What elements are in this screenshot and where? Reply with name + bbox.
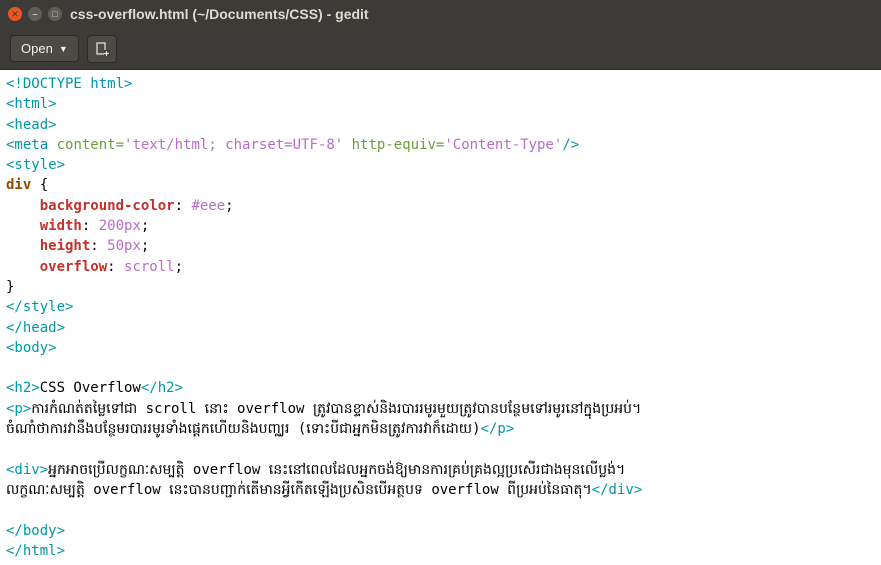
code-token: overflow	[40, 259, 107, 275]
code-token: =	[116, 137, 124, 153]
code-token: :	[175, 198, 192, 214]
code-line: <style>	[6, 157, 65, 173]
code-token: background-color	[40, 198, 175, 214]
code-line: <body>	[6, 340, 57, 356]
code-token: <meta	[6, 137, 48, 153]
code-token: :	[90, 238, 107, 254]
code-token: 200px	[99, 218, 141, 234]
code-token: div	[6, 177, 31, 193]
open-button[interactable]: Open ▼	[10, 35, 79, 62]
code-token: ;	[141, 238, 149, 254]
code-token: :	[107, 259, 124, 275]
code-line: </body>	[6, 523, 65, 539]
code-token: </div>	[592, 482, 643, 498]
code-token: ;	[225, 198, 233, 214]
code-token	[6, 238, 40, 254]
close-icon[interactable]: ✕	[8, 7, 22, 21]
code-token: {	[31, 177, 48, 193]
new-document-icon	[94, 41, 110, 57]
toolbar: Open ▼	[0, 28, 881, 70]
titlebar: ✕ – □ css-overflow.html (~/Documents/CSS…	[0, 0, 881, 28]
code-token: #eee	[191, 198, 225, 214]
code-token: </p>	[481, 421, 515, 437]
window-title: css-overflow.html (~/Documents/CSS) - ge…	[70, 6, 369, 22]
window-controls: ✕ – □	[8, 7, 62, 21]
code-token: លក្ខណៈសម្បត្តិ overflow នេះបានបញ្ជាក់តើម…	[6, 482, 592, 498]
code-token: 50px	[107, 238, 141, 254]
code-line: </style>	[6, 299, 73, 315]
open-button-label: Open	[21, 41, 53, 56]
code-token: <p>	[6, 401, 31, 417]
code-line: }	[6, 279, 14, 295]
code-token: scroll	[124, 259, 175, 275]
code-token: CSS Overflow	[40, 380, 141, 396]
code-token: 'text/html; charset=UTF-8'	[124, 137, 343, 153]
code-token: ;	[141, 218, 149, 234]
code-token: :	[82, 218, 99, 234]
new-document-button[interactable]	[87, 35, 117, 63]
chevron-down-icon: ▼	[59, 44, 68, 54]
code-editor[interactable]: <!DOCTYPE html> <html> <head> <meta cont…	[0, 70, 881, 565]
code-line: </head>	[6, 320, 65, 336]
code-token: />	[562, 137, 579, 153]
code-token: <div>	[6, 462, 48, 478]
code-token	[6, 218, 40, 234]
code-token	[6, 259, 40, 275]
code-token: 'Content-Type'	[444, 137, 562, 153]
code-token: content	[48, 137, 115, 153]
code-token: <h2>	[6, 380, 40, 396]
code-line: <head>	[6, 117, 57, 133]
code-token: </h2>	[141, 380, 183, 396]
code-token	[6, 198, 40, 214]
code-token: អ្នកអាចប្រើលក្ខណៈសម្បត្តិ overflow នេះនៅ…	[48, 462, 625, 478]
code-token: ការកំណត់តម្លៃទៅជា scroll នោះ overflow ត្…	[31, 401, 641, 417]
code-line: <!DOCTYPE html>	[6, 76, 132, 92]
minimize-icon[interactable]: –	[28, 7, 42, 21]
code-token: width	[40, 218, 82, 234]
code-token: ចំណាំថាការវានឹងបន្ថែមរបាររមូរទាំងផ្ដេកហើ…	[6, 421, 481, 437]
code-token: ;	[175, 259, 183, 275]
code-token: height	[40, 238, 91, 254]
maximize-icon[interactable]: □	[48, 7, 62, 21]
code-line: <html>	[6, 96, 57, 112]
code-line: </html>	[6, 543, 65, 559]
code-token: http-equiv	[343, 137, 436, 153]
